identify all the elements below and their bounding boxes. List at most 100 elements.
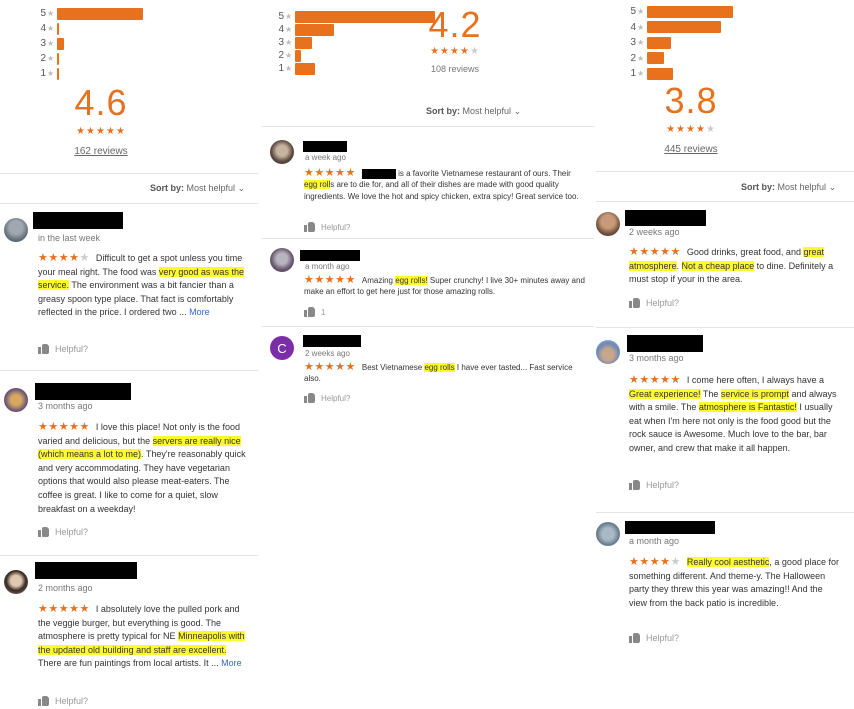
- highlighted-text: Not a cheap place: [681, 260, 755, 271]
- star-icon: ★: [58, 421, 70, 433]
- helpful-label: 1: [321, 307, 326, 317]
- star-icon: ★: [459, 46, 470, 57]
- histogram-row: 4 ★: [274, 23, 335, 36]
- divider: [596, 201, 854, 202]
- star-icon: ★: [660, 246, 671, 258]
- histogram-bar: [647, 67, 673, 80]
- avatar[interactable]: [4, 388, 28, 412]
- review-stars: ★★★★★: [304, 361, 356, 373]
- avatar[interactable]: [4, 218, 28, 242]
- star-icon: ★: [660, 374, 671, 386]
- thumbs-up-icon: [304, 222, 315, 232]
- star-icon: ★: [38, 252, 49, 264]
- review-item: a week ago ★★★★★ is a favorite Vietnames…: [262, 136, 594, 236]
- star-icon: ★: [430, 46, 441, 57]
- star-icon: ★: [639, 556, 650, 568]
- redacted-reviewer-name: [303, 335, 361, 347]
- review-stars: ★★★★★: [38, 252, 90, 264]
- star-icon: ★: [324, 167, 336, 179]
- histogram-row: 2 ★: [36, 52, 59, 65]
- sort-label: Sort by:: [150, 183, 185, 193]
- histogram-row: 4 ★: [626, 21, 721, 34]
- divider: [0, 173, 258, 174]
- helpful-button[interactable]: 1: [304, 307, 325, 317]
- star-icon: ★: [58, 603, 70, 615]
- histogram-label: 3: [278, 37, 284, 48]
- review-item: 3 months ago ★★★★★ I come here often, I a…: [596, 332, 854, 512]
- redacted-reviewer-name: [625, 521, 715, 534]
- helpful-button[interactable]: Helpful?: [38, 527, 88, 537]
- helpful-button[interactable]: Helpful?: [38, 696, 88, 706]
- helpful-label: Helpful?: [55, 696, 89, 706]
- star-icon: ★: [324, 361, 336, 373]
- review-stars: ★★★★★: [629, 556, 681, 568]
- rating-histogram: 5 ★ 4 ★ 3 ★ 2 ★ 1 ★: [36, 7, 156, 80]
- avatar[interactable]: [596, 522, 620, 546]
- star-icon: ★: [86, 126, 97, 137]
- more-link[interactable]: More: [221, 658, 242, 668]
- helpful-label: Helpful?: [646, 298, 680, 308]
- highlighted-text: egg roll: [304, 180, 331, 190]
- helpful-button[interactable]: Helpful?: [629, 633, 679, 643]
- review-item: a month ago ★★★★★ Amazing egg rolls! Supe…: [262, 244, 594, 324]
- helpful-label: Helpful?: [55, 527, 89, 537]
- histogram-label: 3: [40, 38, 46, 49]
- review-text: ★★★★★ I absolutely love the pulled pork a…: [38, 603, 250, 671]
- helpful-label: Helpful?: [646, 633, 680, 643]
- review-item: C 2 weeks ago ★★★★★ Best Vietnamese egg r…: [262, 332, 594, 412]
- helpful-button[interactable]: Helpful?: [629, 480, 679, 490]
- divider: [262, 238, 594, 239]
- review-stars: ★★★★★: [38, 603, 90, 615]
- review-stars: ★★★★★: [629, 246, 681, 258]
- avatar[interactable]: C: [270, 336, 294, 360]
- star-icon: ★: [629, 556, 640, 568]
- avatar[interactable]: [4, 570, 28, 594]
- divider: [262, 126, 594, 127]
- review-text-segment: is a favorite Vietnamese restaurant of o…: [395, 169, 571, 178]
- star-icon: ★: [450, 46, 460, 57]
- star-icon: ★: [345, 361, 356, 373]
- average-rating-stars: ★★★★★: [410, 46, 500, 57]
- star-icon: ★: [79, 252, 90, 264]
- sort-dropdown[interactable]: Sort by: Most helpful ⌄: [741, 182, 836, 193]
- highlighted-text: service is prompt: [720, 388, 789, 399]
- histogram-row: 1 ★: [626, 67, 673, 80]
- reviews-count-link[interactable]: 445 reviews: [646, 144, 736, 155]
- review-item: 2 weeks ago ★★★★★ Good drinks, great food…: [596, 206, 854, 326]
- helpful-button[interactable]: Helpful?: [304, 222, 350, 232]
- review-item: a month ago ★★★★★ Really cool aesthetic, …: [596, 516, 854, 656]
- star-icon: ★: [469, 46, 480, 57]
- thumbs-up-icon: [629, 480, 640, 490]
- histogram-bar: [295, 49, 301, 62]
- sort-dropdown[interactable]: Sort by: Most helpful ⌄: [426, 106, 521, 117]
- star-icon: ★: [345, 274, 356, 286]
- avatar[interactable]: [596, 212, 620, 236]
- reviews-count-link[interactable]: 162 reviews: [56, 146, 146, 157]
- redacted-reviewer-name: [627, 335, 703, 352]
- star-icon: ★: [637, 53, 645, 63]
- helpful-button[interactable]: Helpful?: [38, 344, 88, 354]
- star-icon: ★: [69, 603, 80, 615]
- highlighted-text: atmosphere is Fantastic!: [698, 402, 797, 413]
- star-icon: ★: [639, 374, 650, 386]
- helpful-button[interactable]: Helpful?: [304, 393, 350, 403]
- star-icon: ★: [666, 124, 677, 135]
- histogram-label: 1: [630, 68, 636, 79]
- redacted-reviewer-name: [625, 210, 706, 226]
- thumbs-up-icon: [629, 298, 640, 308]
- redacted-reviewer-name: [35, 562, 137, 579]
- avatar[interactable]: [596, 340, 620, 364]
- review-stars: ★★★★★: [304, 274, 356, 286]
- review-stars: ★★★★★: [304, 167, 356, 179]
- sort-dropdown[interactable]: Sort by: Most helpful ⌄: [150, 183, 245, 194]
- review-date: in the last week: [38, 233, 101, 243]
- avatar[interactable]: [270, 140, 294, 164]
- avatar[interactable]: [270, 248, 294, 272]
- review-date: 2 months ago: [38, 583, 93, 593]
- review-panel-1: 5 ★ 4 ★ 3 ★ 2 ★ 1 ★ 4.6 ★★★★★ 162 reviews Sort by…: [0, 0, 258, 709]
- review-text-segment: s are to die for, and all of their dishe…: [304, 180, 579, 201]
- star-icon: ★: [335, 167, 346, 179]
- helpful-button[interactable]: Helpful?: [629, 298, 679, 308]
- review-text: ★★★★★ Difficult to get a spot unless you …: [38, 252, 248, 320]
- more-link[interactable]: More: [189, 307, 210, 317]
